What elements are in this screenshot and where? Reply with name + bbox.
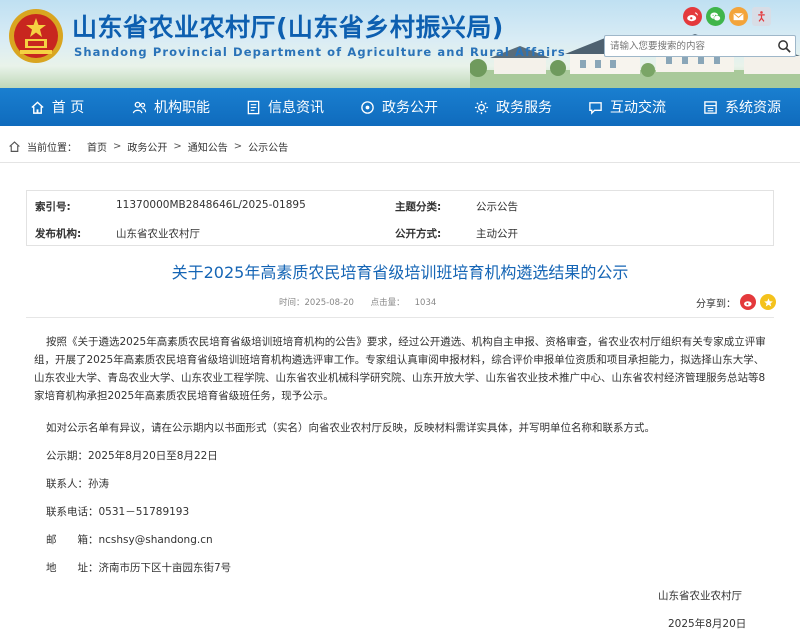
nav-label: 政务服务	[496, 100, 552, 116]
weibo-icon[interactable]	[683, 7, 702, 26]
nav-item-home[interactable]: 首 页	[0, 88, 114, 126]
home-icon	[9, 140, 20, 152]
contact-person: 联系人：孙涛	[46, 478, 109, 490]
contact-address: 地 址：济南市历下区十亩园东街7号	[46, 560, 231, 575]
email-label: 邮 箱：	[46, 534, 99, 546]
search-input[interactable]	[605, 36, 775, 56]
publisher-value: 山东省农业农村厅	[116, 228, 200, 240]
nav-item-service[interactable]: 政务服务	[456, 88, 570, 126]
nav-item-org[interactable]: 机构职能	[114, 88, 228, 126]
signature: 山东省农业农村厅	[658, 590, 742, 602]
wechat-icon[interactable]	[706, 7, 725, 26]
nav-item-system[interactable]: 系统资源	[684, 88, 800, 126]
chevron-right-icon: >	[173, 140, 182, 152]
address-label: 地 址：	[46, 562, 99, 574]
site-header: 山东省农业农村厅(山东省乡村振兴局) Shandong Provincial D…	[0, 0, 800, 88]
breadcrumb-item-home[interactable]: 首页	[87, 139, 107, 154]
open-value: 主动公开	[476, 228, 518, 240]
breadcrumb-label: 当前位置：	[27, 142, 77, 154]
divider	[26, 317, 774, 318]
chevron-right-icon: >	[113, 140, 122, 152]
click-count: 1034	[414, 298, 437, 308]
nav-label: 机构职能	[154, 100, 210, 116]
email-icon[interactable]	[729, 7, 748, 26]
news-icon	[247, 100, 260, 114]
site-subtitle: Shandong Provincial Department of Agricu…	[74, 45, 566, 59]
breadcrumb: 当前位置： 首页 > 政务公开 > 通知公告 > 公示公告	[8, 138, 288, 154]
home-icon	[31, 100, 44, 114]
index-value: 11370000MB2848646L/2025-01895	[116, 199, 306, 211]
open-gov-icon	[361, 100, 374, 114]
publicity-period: 公示期：2025年8月20日至8月22日	[46, 450, 218, 462]
search-box	[604, 35, 796, 57]
nav-label: 互动交流	[610, 100, 666, 116]
clicks-label: 点击量：	[370, 298, 405, 308]
system-icon	[704, 100, 717, 114]
contact-email: 邮 箱：ncshsy@shandong.cn	[46, 532, 213, 547]
main-nav: 首 页 机构职能 信息资讯 政务公开 政务服务 互动交流 系统资源	[0, 88, 800, 126]
article-title: 关于2025年高素质农民培育省级培训班培育机构遴选结果的公示	[171, 263, 629, 282]
national-emblem-icon	[9, 9, 63, 63]
qzone-star-icon[interactable]	[760, 294, 776, 310]
address-value: 济南市历下区十亩园东街7号	[98, 562, 232, 574]
open-key: 公开方式:	[395, 228, 442, 240]
site-title: 山东省农业农村厅(山东省乡村振兴局)	[72, 13, 504, 42]
weibo-icon[interactable]	[740, 294, 756, 310]
chat-icon	[589, 101, 602, 115]
publisher-key: 发布机构:	[35, 228, 82, 240]
breadcrumb-item-notices[interactable]: 通知公告	[188, 139, 228, 154]
org-icon	[132, 101, 147, 113]
accessibility-icon[interactable]	[752, 7, 771, 26]
topic-key: 主题分类:	[395, 201, 442, 213]
nav-label: 系统资源	[725, 100, 781, 116]
index-key: 索引号:	[35, 201, 71, 213]
service-icon	[474, 100, 489, 114]
signature-date: 2025年8月20日	[668, 618, 747, 630]
nav-item-chat[interactable]: 互动交流	[570, 88, 684, 126]
nav-label: 信息资讯	[268, 100, 324, 116]
nav-label: 首 页	[51, 100, 85, 116]
nav-label: 政务公开	[382, 100, 438, 116]
nav-item-open-gov[interactable]: 政务公开	[342, 88, 456, 126]
article-info: 时间：2025-08-20 点击量： 1034	[279, 296, 436, 308]
contact-phone: 联系电话：0531－51789193	[46, 506, 190, 518]
search-icon[interactable]	[777, 39, 792, 54]
divider	[0, 162, 800, 163]
breadcrumb-item-public[interactable]: 公示公告	[248, 139, 288, 154]
share-bar: 分享到：	[696, 294, 776, 310]
topic-value: 公示公告	[476, 201, 518, 213]
publish-date: 2025-08-20	[304, 298, 354, 308]
nav-item-news[interactable]: 信息资讯	[228, 88, 342, 126]
article-paragraph-1: 按照《关于遴选2025年高素质农民培育省级培训班培育机构的公告》要求，经过公开遴…	[34, 336, 766, 402]
email-value[interactable]: ncshsy@shandong.cn	[99, 534, 213, 546]
meta-table: 索引号: 11370000MB2848646L/2025-01895 主题分类:…	[26, 190, 774, 246]
chevron-right-icon: >	[233, 140, 243, 152]
breadcrumb-item-open-gov[interactable]: 政务公开	[127, 139, 167, 154]
time-label: 时间：	[279, 298, 305, 308]
share-label: 分享到：	[696, 298, 736, 310]
article-paragraph-2: 如对公示名单有异议，请在公示期内以书面形式（实名）向省农业农村厅反映，反映材料需…	[46, 422, 655, 434]
